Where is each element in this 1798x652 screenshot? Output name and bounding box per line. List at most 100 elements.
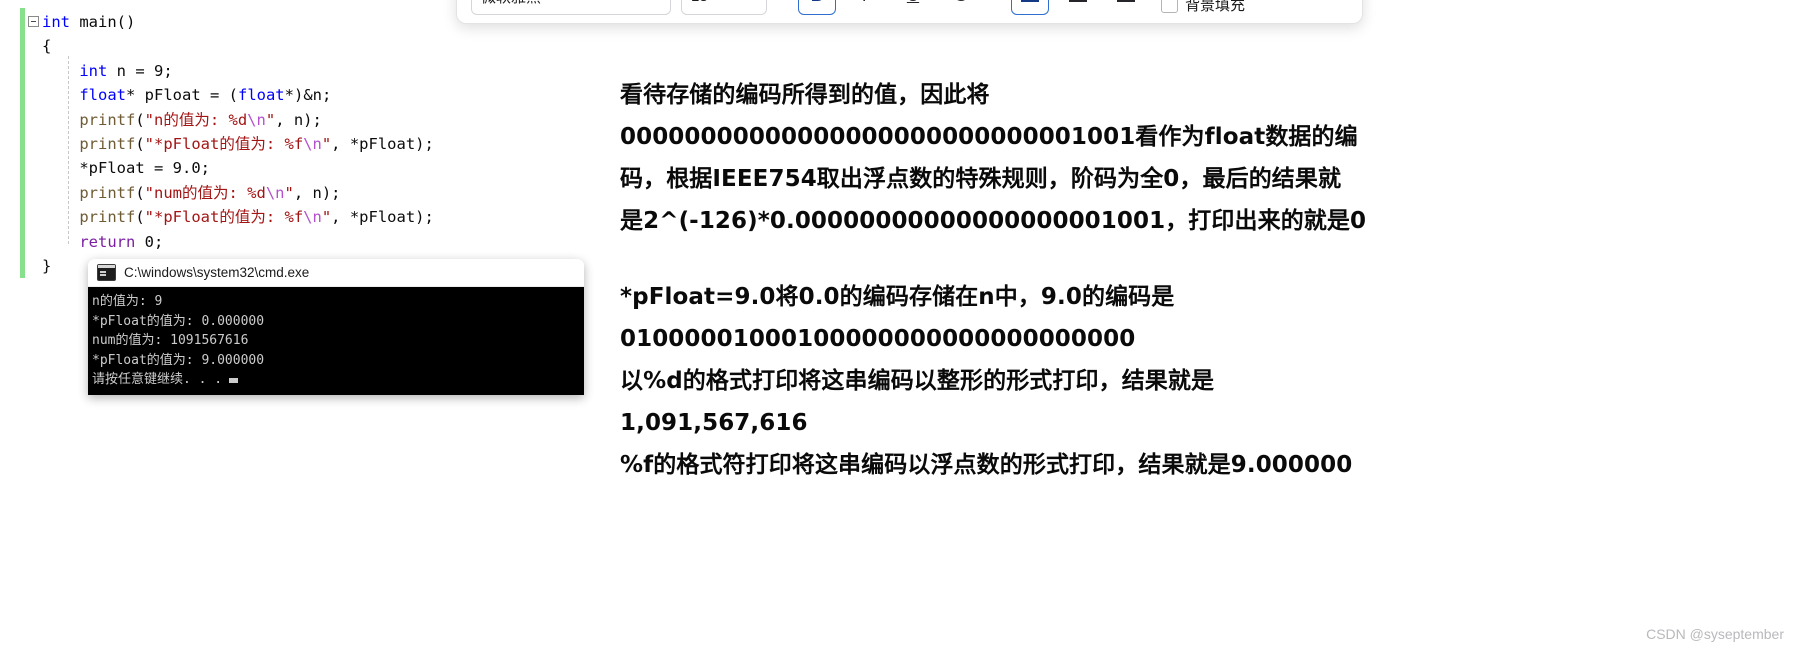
code-token: *pFloat = [42,159,173,178]
align-center-button[interactable] [1059,0,1097,15]
code-token: , *pFloat); [331,134,434,153]
code-token: , *pFloat); [331,208,434,227]
code-token: " [284,183,294,202]
code-token: int [79,61,108,80]
code-token: "n的值为: %d [144,110,248,129]
code-token: printf [79,208,136,227]
code-line: printf("*pFloat的值为: %f\n", *pFloat); [42,132,434,156]
code-token: main() [70,13,136,31]
explanation-line: 以%d的格式打印将这串编码以整形的形式打印，结果就是 [620,368,1215,394]
bold-icon: B [811,0,823,6]
italic-icon: I [863,0,868,6]
code-editor[interactable]: int main() { int n = 9; float* pFloat = (… [0,0,600,300]
code-line: int main() [42,10,434,34]
console-line: *pFloat的值为: 0.000000 [92,313,265,329]
cmd-title-bar[interactable]: C:\windows\system32\cmd.exe [88,259,584,287]
code-line: int n = 9; [42,59,434,83]
cmd-console-window[interactable]: C:\windows\system32\cmd.exe n的值为: 9 *pFlo… [88,259,584,395]
code-token: ( [135,183,145,202]
code-line: printf("n的值为: %d\n", n); [42,108,434,132]
code-line: return 0; [42,230,434,254]
code-token: ; [200,159,210,178]
console-line: n的值为: 9 [92,294,163,309]
code-token: } [42,256,52,275]
explanation-line: %f的格式符打印将这串编码以浮点数的形式打印，结果就是9.000000 [620,452,1353,478]
font-size-select[interactable]: 18 [681,0,767,15]
code-token: int [42,13,70,31]
code-token: n = [107,61,154,80]
code-token: printf [79,134,136,153]
code-token: \n [247,110,266,129]
code-token: "num的值为: %d [144,183,266,202]
code-token: , n); [293,183,341,202]
font-family-value: 微软雅黑 [481,0,541,7]
font-family-select[interactable]: 微软雅黑 [471,0,671,15]
code-fold-toggle-icon[interactable] [28,16,39,27]
console-line: 请按任意键继续. . . [92,370,584,390]
code-token: float [237,86,285,105]
background-fill-label: 背景填充 [1185,0,1246,14]
underline-button[interactable]: U [894,0,932,15]
align-center-icon [1069,0,1087,2]
background-fill-checkbox[interactable]: 背景填充 [1161,0,1245,15]
align-right-button[interactable] [1107,0,1145,15]
code-token: \n [303,208,322,227]
code-token: \n [265,183,285,202]
code-token: return [79,232,136,251]
explanation-panel: 看待存储的编码所得到的值，因此将 00000000000000000000000… [620,74,1770,486]
console-icon [97,264,116,281]
explanation-line: 01000001000100000000000000000000 [620,326,1136,352]
cmd-output-area: n的值为: 9 *pFloat的值为: 0.000000 num的值为: 10915… [88,287,584,395]
cmd-title-text: C:\windows\system32\cmd.exe [124,265,310,280]
code-line: *pFloat = 9.0; [42,156,434,180]
code-token: \n [303,134,322,153]
code-token: float [79,86,126,105]
explanation-line: 码，根据IEEE754取出浮点数的特殊规则，阶码为全0，最后的结果就 [620,166,1342,192]
code-token: " [321,208,332,227]
code-token: ; [163,61,173,80]
strikethrough-icon: S [955,0,966,6]
code-token: ( [135,134,145,153]
explanation-line: 是2^(-126)*0.00000000000000000001001，打印出来… [620,208,1367,234]
code-token: { [42,37,52,56]
code-token: 0 [144,232,155,251]
code-token: " [321,134,332,153]
code-line: float* pFloat = (float*)&n; [42,83,434,107]
code-token: " [265,110,276,129]
code-token: ( [135,110,145,129]
format-toolbar: 微软雅黑 18 B I U S 背景填充 [456,0,1363,24]
console-line: num的值为: 1091567616 [92,333,249,348]
code-token: 9 [154,61,164,80]
align-left-button[interactable] [1011,0,1049,15]
code-token: 9.0 [172,159,201,178]
code-line: { [42,34,434,58]
font-size-value: 18 [691,0,708,5]
explanation-paragraph-1: 看待存储的编码所得到的值，因此将 00000000000000000000000… [620,74,1770,242]
code-token: ( [135,208,145,227]
code-token: "*pFloat的值为: %f [144,208,304,227]
explanation-paragraph-2: *pFloat=9.0将0.0的编码存储在n中，9.0的编码是 01000001… [620,276,1770,486]
strikethrough-button[interactable]: S [942,0,980,15]
bold-button[interactable]: B [798,0,836,15]
align-left-icon [1021,0,1039,2]
console-cursor [229,378,239,383]
code-token: printf [79,110,136,129]
code-line: printf("*pFloat的值为: %f\n", *pFloat); [42,205,434,229]
code-token: ; [154,232,164,251]
italic-button[interactable]: I [846,0,884,15]
align-right-icon [1117,0,1135,2]
change-indicator-bar [20,8,25,278]
code-token: , n); [275,110,322,129]
code-token: "*pFloat的值为: %f [144,134,304,153]
code-line: printf("num的值为: %d\n", n); [42,181,434,205]
explanation-line: 1,091,567,616 [620,410,808,436]
watermark: CSDN @syseptember [1646,626,1784,642]
